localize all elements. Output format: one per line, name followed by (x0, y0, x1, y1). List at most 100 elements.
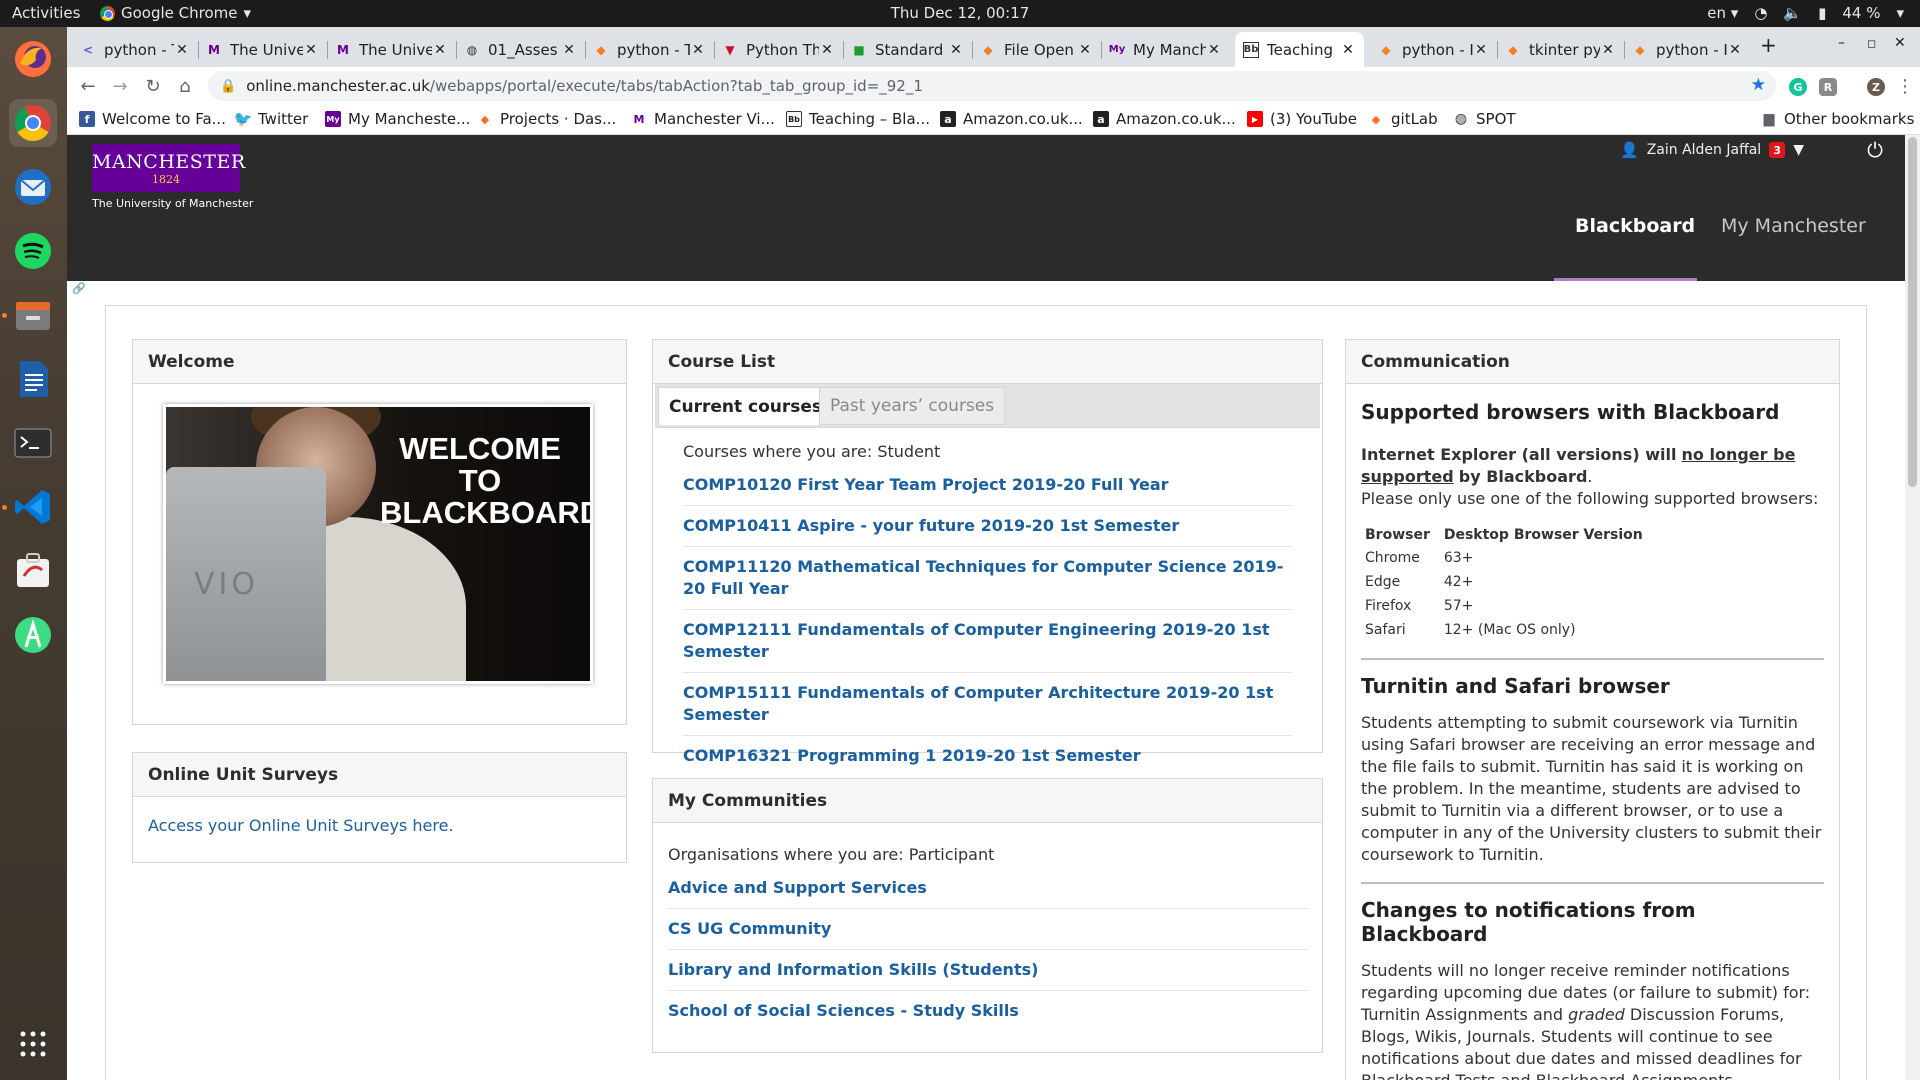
browser-tab[interactable]: M The Unive ✕ (198, 32, 327, 67)
firefox-icon[interactable] (9, 35, 57, 83)
tab-title: Teaching (1267, 40, 1333, 59)
bookmark-item[interactable]: ▶ (3) YouTube (1247, 110, 1357, 128)
bookmark-label: My Mancheste... (348, 110, 471, 128)
browser-tab-active[interactable]: Bb Teaching ✕ (1235, 32, 1364, 67)
surveys-link[interactable]: Access your Online Unit Surveys here. (148, 815, 611, 837)
course-link[interactable]: COMP16321 Programming 1 2019-20 1st Seme… (683, 736, 1292, 776)
close-icon[interactable]: ✕ (174, 42, 190, 58)
close-icon[interactable]: ✕ (1473, 42, 1489, 58)
other-bookmarks[interactable]: ▆ Other bookmarks (1761, 110, 1915, 128)
bookmark-star-icon[interactable]: ★ (1751, 75, 1766, 95)
close-icon[interactable]: ✕ (1077, 42, 1093, 58)
home-icon[interactable]: ⌂ (173, 74, 197, 98)
bookmark-item[interactable]: M Manchester Vi... (631, 110, 775, 128)
browser-tab[interactable]: ■ Standard ✕ (843, 32, 972, 67)
course-link[interactable]: COMP10411 Aspire - your future 2019-20 1… (683, 506, 1292, 547)
tab-blackboard[interactable]: Blackboard (1575, 215, 1695, 237)
module-title: My Communities (653, 779, 1322, 823)
menu-kebab-icon[interactable]: ⋮ (1893, 74, 1917, 98)
page-scrollbar[interactable] (1905, 135, 1920, 1080)
my-manchester-icon: My (325, 111, 341, 127)
browser-tab[interactable]: ◆ python - T ✕ (585, 32, 714, 67)
tab-separator (843, 41, 844, 59)
activities-button[interactable]: Activities (12, 4, 80, 22)
user-menu[interactable]: 👤 Zain Alden Jaffal 3 ▼ (1620, 135, 1804, 165)
browser-tab[interactable]: ▼ Python Th ✕ (714, 32, 843, 67)
browser-tab[interactable]: ◆ File Open ✕ (972, 32, 1101, 67)
system-tray[interactable]: en ▾ ◔ 🔈 ▮ 44 % ▾ (1707, 4, 1904, 22)
vscode-icon[interactable] (9, 483, 57, 531)
address-bar[interactable]: 🔒 online.manchester.ac.uk/webapps/portal… (208, 71, 1776, 101)
close-icon[interactable]: ✕ (1206, 42, 1222, 58)
close-icon[interactable]: ✕ (561, 42, 577, 58)
bookmark-item[interactable]: a Amazon.co.uk... (1093, 110, 1236, 128)
browser-version: 57+ (1443, 598, 1474, 614)
tab-favicon-icon: ◆ (1381, 42, 1391, 57)
course-link[interactable]: COMP10120 First Year Team Project 2019-2… (683, 465, 1292, 506)
back-arrow-icon[interactable]: ← (76, 74, 100, 98)
minimize-button[interactable]: – (1838, 35, 1845, 51)
course-link[interactable]: COMP11120 Mathematical Techniques for Co… (683, 547, 1292, 610)
browser-tab[interactable]: < python - T ✕ (72, 32, 198, 67)
community-link[interactable]: Advice and Support Services (668, 868, 1308, 909)
terminal-icon[interactable] (9, 419, 57, 467)
bookmark-item[interactable]: My My Mancheste... (325, 110, 470, 128)
laptop-logo: VIO (194, 567, 259, 602)
close-icon[interactable]: ✕ (1727, 42, 1743, 58)
course-link[interactable]: COMP12111 Fundamentals of Computer Engin… (683, 610, 1292, 673)
logout-power-icon[interactable]: ⏻ (1856, 135, 1894, 165)
close-icon[interactable]: ✕ (432, 42, 448, 58)
maximize-button[interactable]: ◻ (1867, 37, 1876, 50)
close-icon[interactable]: ✕ (303, 42, 319, 58)
course-link[interactable]: COMP15111 Fundamentals of Computer Archi… (683, 673, 1292, 736)
chrome-icon[interactable] (9, 99, 57, 147)
browser-tab[interactable]: ◍ 01_Asses ✕ (456, 32, 585, 67)
bookmark-item[interactable]: 🐦 Twitter (234, 110, 309, 128)
bookmark-item[interactable]: ◆ Projects · Das... (477, 110, 617, 128)
close-icon[interactable]: ✕ (819, 42, 835, 58)
table-row: Chrome 63+ (1365, 546, 1657, 570)
bookmark-item[interactable]: Bb Teaching – Bla... (786, 110, 930, 128)
show-apps-icon[interactable] (9, 1020, 57, 1068)
files-icon[interactable] (9, 291, 57, 339)
app-menu[interactable]: Google Chrome ▾ (100, 4, 251, 22)
android-studio-icon[interactable] (9, 611, 57, 659)
browser-tab[interactable]: ◆ tkinter py ✕ (1497, 32, 1624, 67)
new-tab-button[interactable]: + (1760, 33, 1777, 57)
community-link[interactable]: CS UG Community (668, 909, 1308, 950)
bookmark-item[interactable]: ◆ gitLab (1368, 110, 1438, 128)
tab-past-courses[interactable]: Past years’ courses (819, 387, 1006, 425)
grammarly-icon[interactable]: G (1789, 78, 1807, 96)
community-link[interactable]: School of Social Sciences - Study Skills (668, 991, 1308, 1031)
tab-title: tkinter py (1529, 40, 1600, 59)
profile-avatar[interactable]: Z (1867, 78, 1885, 96)
close-window-button[interactable]: ✕ (1894, 35, 1906, 51)
clock[interactable]: Thu Dec 12, 00:17 (891, 4, 1030, 22)
link-icon[interactable]: 🔗 (72, 282, 86, 296)
extension-icon[interactable]: R (1819, 78, 1837, 96)
close-icon[interactable]: ✕ (1600, 42, 1616, 58)
bookmark-item[interactable]: f Welcome to Fa... (79, 110, 226, 128)
ubuntu-software-icon[interactable] (9, 547, 57, 595)
thunderbird-icon[interactable] (9, 163, 57, 211)
reload-icon[interactable]: ↻ (141, 74, 165, 98)
browser-tab[interactable]: ◆ python - I ✕ (1370, 32, 1497, 67)
browser-tab[interactable]: My My Manch ✕ (1101, 32, 1230, 67)
close-icon[interactable]: ✕ (1340, 42, 1356, 58)
tab-my-manchester[interactable]: My Manchester (1721, 215, 1866, 237)
libreoffice-writer-icon[interactable] (9, 355, 57, 403)
tab-current-courses[interactable]: Current courses (658, 387, 834, 425)
bookmark-item[interactable]: a Amazon.co.uk... (940, 110, 1083, 128)
spotify-icon[interactable] (9, 227, 57, 275)
university-logo[interactable]: MANCHESTER 1824 (92, 144, 245, 192)
bookmark-item[interactable]: ◍ SPOT (1453, 110, 1516, 128)
close-icon[interactable]: ✕ (690, 42, 706, 58)
forward-arrow-icon[interactable]: → (108, 74, 132, 98)
scrollbar-thumb[interactable] (1908, 137, 1917, 487)
close-icon[interactable]: ✕ (948, 42, 964, 58)
browser-tab[interactable]: M The Unive ✕ (327, 32, 456, 67)
community-link[interactable]: Library and Information Skills (Students… (668, 950, 1308, 991)
tab-favicon-icon: My (1108, 44, 1126, 55)
language-indicator[interactable]: en ▾ (1707, 4, 1738, 22)
browser-tab[interactable]: ◆ python - I ✕ (1624, 32, 1751, 67)
